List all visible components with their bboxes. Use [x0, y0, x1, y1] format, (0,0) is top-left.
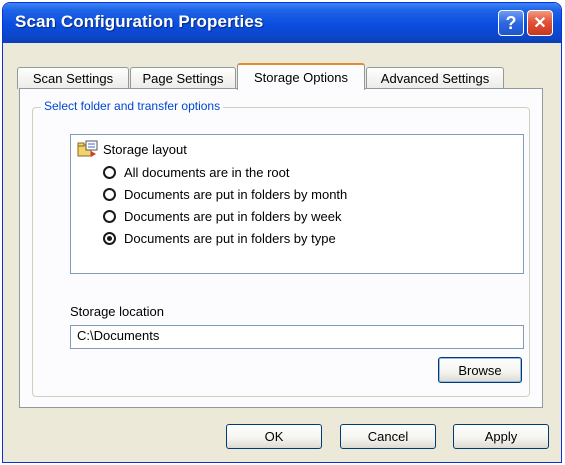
help-button[interactable]: ?: [498, 10, 524, 36]
storage-layout-header: Storage layout: [77, 140, 187, 158]
option-by-week-label: Documents are put in folders by week: [124, 208, 342, 224]
radio-by-week[interactable]: [103, 209, 116, 223]
cancel-button[interactable]: Cancel: [340, 424, 436, 449]
storage-layout-options: All documents are in the root Documents …: [103, 161, 347, 249]
tab-storage-options[interactable]: Storage Options: [237, 63, 365, 90]
tab-scan-settings[interactable]: Scan Settings: [17, 67, 129, 89]
folder-scan-icon: [77, 140, 98, 157]
tab-advanced-settings[interactable]: Advanced Settings: [366, 67, 504, 89]
tab-page-settings[interactable]: Page Settings: [130, 67, 236, 89]
apply-button[interactable]: Apply: [453, 424, 549, 449]
storage-layout-title: Storage layout: [103, 141, 187, 157]
group-legend: Select folder and transfer options: [41, 99, 224, 113]
storage-layout-box: Storage layout All documents are in the …: [70, 134, 524, 274]
close-button[interactable]: ✕: [527, 10, 553, 36]
browse-button[interactable]: Browse: [438, 357, 522, 383]
radio-by-month[interactable]: [103, 187, 116, 201]
dialog-window: Scan Configuration Properties ? ✕ Scan S…: [2, 2, 562, 463]
option-root-label: All documents are in the root: [124, 164, 290, 180]
option-by-type-label: Documents are put in folders by type: [124, 230, 336, 246]
storage-options-panel: Select folder and transfer options Stora…: [19, 88, 543, 408]
storage-location-field[interactable]: C:\Documents: [70, 325, 524, 349]
option-by-type[interactable]: Documents are put in folders by type: [103, 227, 347, 249]
radio-root[interactable]: [103, 165, 116, 179]
option-by-month[interactable]: Documents are put in folders by month: [103, 183, 347, 205]
option-by-week[interactable]: Documents are put in folders by week: [103, 205, 347, 227]
option-root[interactable]: All documents are in the root: [103, 161, 347, 183]
storage-location-label: Storage location: [70, 304, 164, 319]
window-title: Scan Configuration Properties: [15, 12, 264, 31]
title-bar[interactable]: Scan Configuration Properties ? ✕: [3, 3, 561, 43]
radio-by-type[interactable]: [103, 231, 116, 245]
option-by-month-label: Documents are put in folders by month: [124, 186, 348, 202]
ok-button[interactable]: OK: [226, 424, 322, 449]
